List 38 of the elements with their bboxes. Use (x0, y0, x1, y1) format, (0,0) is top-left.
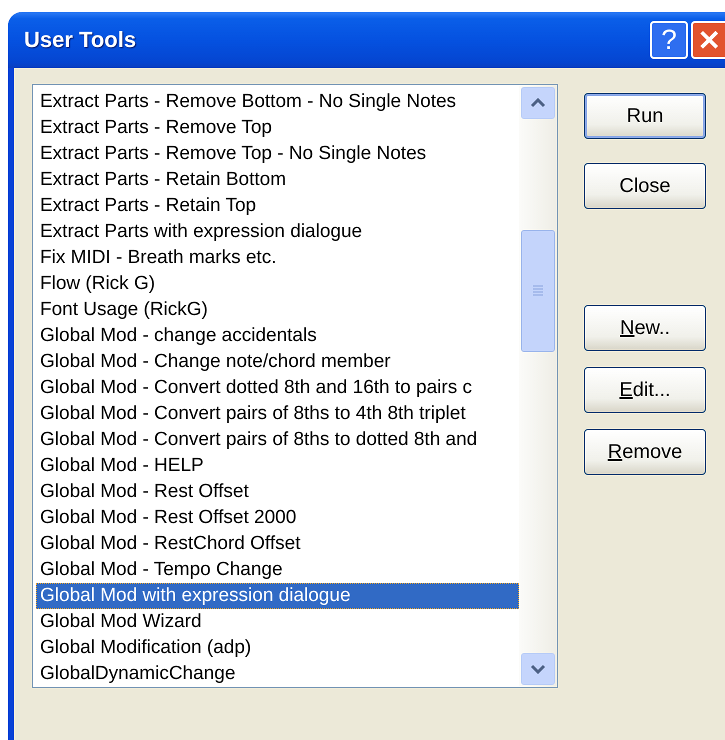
help-button[interactable]: ? (650, 21, 688, 59)
dialog-button[interactable]: Remove (584, 429, 706, 475)
list-item[interactable]: Global Mod - Change note/chord member (36, 349, 519, 375)
list-item[interactable]: Extract Parts with expression dialogue (36, 219, 519, 245)
grip-icon (533, 285, 543, 297)
list-item[interactable]: GlobalDynamicChange (36, 661, 519, 687)
list-item[interactable]: Global Mod - Convert pairs of 8ths to dotted 8th and (36, 427, 519, 453)
scroll-up-button[interactable] (521, 87, 555, 119)
scrollbar[interactable] (519, 85, 557, 687)
list-item[interactable]: Global Mod - Convert dotted 8th and 16th to pairs c (36, 375, 519, 401)
list-item[interactable]: Global Mod - Rest Offset 2000 (36, 505, 519, 531)
window-title: User Tools (24, 27, 136, 53)
list-item[interactable]: Global Mod - HELP (36, 453, 519, 479)
chevron-down-icon (530, 664, 546, 674)
close-button[interactable]: ✕ (691, 21, 725, 59)
dialog-button[interactable]: Edit... (584, 367, 706, 413)
list-item[interactable]: Extract Parts - Retain Top (36, 193, 519, 219)
scroll-down-button[interactable] (521, 653, 555, 685)
scroll-thumb[interactable] (521, 230, 555, 352)
list-item[interactable]: Global Mod with expression dialogue (36, 583, 519, 609)
list-item[interactable]: Global Modification (adp) (36, 635, 519, 661)
list-item[interactable]: Extract Parts - Retain Bottom (36, 167, 519, 193)
dialog-button[interactable]: Run (584, 93, 706, 139)
dialog-button[interactable]: New.. (584, 305, 706, 351)
list-item[interactable]: Global Mod Wizard (36, 609, 519, 635)
list-item[interactable]: Global Mod - RestChord Offset (36, 531, 519, 557)
list-item[interactable]: Global Mod - Convert pairs of 8ths to 4th 8th triplet (36, 401, 519, 427)
list-item[interactable]: Extract Parts - Remove Top (36, 115, 519, 141)
list-item[interactable]: Global Mod - Tempo Change (36, 557, 519, 583)
list-item[interactable]: Global Mod - change accidentals (36, 323, 519, 349)
list-item[interactable]: Font Usage (RickG) (36, 297, 519, 323)
dialog-button[interactable]: Close (584, 163, 706, 209)
list-item[interactable]: Global Mod - Rest Offset (36, 479, 519, 505)
chevron-up-icon (530, 98, 546, 108)
list-item[interactable]: Extract Parts - Remove Top - No Single Notes (36, 141, 519, 167)
list-item[interactable]: Flow (Rick G) (36, 271, 519, 297)
list-item[interactable]: Extract Parts - Remove Bottom - No Single Notes (36, 89, 519, 115)
list-item[interactable]: Fix MIDI - Breath marks etc. (36, 245, 519, 271)
